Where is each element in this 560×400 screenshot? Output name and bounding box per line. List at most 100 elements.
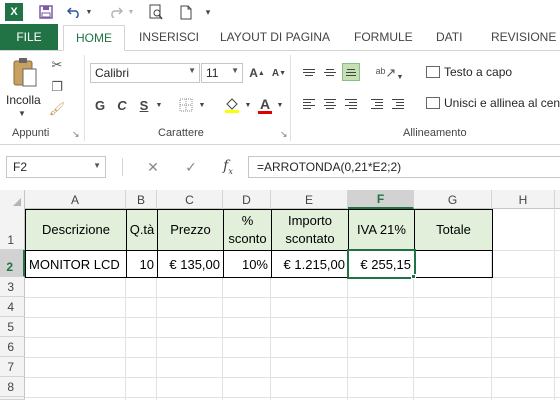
alignment-group-label: Allineamento	[403, 127, 467, 139]
cell-g1[interactable]: Totale	[414, 209, 493, 251]
wrap-text-icon	[426, 66, 440, 78]
cell-e1-line1: Importo	[287, 213, 333, 228]
underline-button[interactable]: S	[136, 95, 152, 115]
column-header-h[interactable]: H	[492, 190, 555, 209]
cell-c2[interactable]: € 135,00	[157, 250, 224, 278]
redo-dropdown-icon[interactable]: ▼	[127, 2, 135, 22]
print-preview-icon[interactable]	[146, 2, 166, 22]
undo-dropdown-icon[interactable]: ▼	[85, 2, 93, 22]
column-header-row: A B C D E F G H	[0, 190, 560, 209]
column-header-d[interactable]: D	[223, 190, 271, 209]
cell-e2[interactable]: € 1.215,00	[271, 250, 349, 278]
font-color-dropdown-icon[interactable]: ▼	[275, 95, 285, 115]
fill-color-dropdown-icon[interactable]: ▼	[243, 95, 253, 115]
formula-input[interactable]: =ARROTONDA(0,21*E2;2)	[248, 156, 560, 178]
align-center-icon[interactable]	[321, 95, 339, 113]
cell-d1[interactable]: % sconto	[223, 209, 272, 251]
font-name-select[interactable]: Calibri ▼	[90, 63, 200, 83]
column-header-a[interactable]: A	[25, 190, 126, 209]
column-header-b[interactable]: B	[126, 190, 157, 209]
copy-icon[interactable]: ❐	[48, 79, 66, 95]
redo-icon[interactable]	[106, 2, 126, 22]
chevron-down-icon: ▼	[231, 66, 239, 75]
chevron-down-icon: ▼	[93, 161, 101, 170]
fill-color-icon[interactable]	[222, 95, 242, 115]
undo-icon[interactable]	[64, 2, 84, 22]
row-header-1[interactable]: 1	[0, 209, 25, 250]
cell-d2[interactable]: 10%	[223, 250, 272, 278]
font-size-select[interactable]: 11 ▼	[201, 63, 243, 83]
merge-center-button[interactable]: Unisci e allinea al centro	[426, 96, 560, 110]
row-header-7[interactable]: 7	[0, 357, 25, 377]
cell-f1[interactable]: IVA 21%	[348, 209, 415, 251]
italic-button[interactable]: C	[114, 95, 130, 115]
cell-c1[interactable]: Prezzo	[157, 209, 224, 251]
row-header-5[interactable]: 5	[0, 317, 25, 337]
align-top-icon[interactable]	[300, 63, 318, 81]
tab-file[interactable]: FILE	[0, 24, 58, 50]
borders-icon[interactable]	[176, 95, 196, 115]
cell-e1-line2: scontato	[285, 231, 335, 246]
cell-b1[interactable]: Q.tà	[126, 209, 158, 251]
column-header-e[interactable]: E	[271, 190, 348, 209]
align-right-icon[interactable]	[342, 95, 360, 113]
shrink-font-icon[interactable]: A ▼	[270, 63, 288, 83]
cancel-icon[interactable]: ✕	[147, 159, 159, 176]
tab-home[interactable]: HOME	[63, 25, 125, 51]
align-middle-icon[interactable]	[321, 63, 339, 81]
select-all-button[interactable]	[0, 190, 25, 209]
orientation-dropdown-icon[interactable]: ▼	[395, 67, 405, 87]
save-icon[interactable]	[36, 2, 56, 22]
row-header-4[interactable]: 4	[0, 297, 25, 317]
cell-b2[interactable]: 10	[126, 250, 158, 278]
tab-formulas[interactable]: FORMULE	[354, 24, 413, 50]
row-header-3[interactable]: 3	[0, 277, 25, 297]
paste-icon[interactable]	[12, 57, 38, 89]
cell-e1[interactable]: Importo scontato	[271, 209, 349, 251]
row-header-8[interactable]: 8	[0, 377, 25, 397]
cell-a1[interactable]: Descrizione	[25, 209, 127, 251]
cut-icon[interactable]: ✂	[48, 57, 66, 73]
font-color-icon[interactable]: A	[256, 95, 274, 115]
spreadsheet-grid: A B C D E F G H 1 2 3 4 5 6 7 8 Descrizi…	[0, 190, 560, 400]
grow-font-icon[interactable]: A ▲	[248, 63, 266, 83]
column-header-c[interactable]: C	[157, 190, 223, 209]
cell-a2[interactable]: MONITOR LCD	[25, 250, 127, 278]
enter-icon[interactable]: ✓	[185, 159, 197, 176]
chevron-down-icon: ▼	[188, 66, 196, 75]
format-painter-icon[interactable]: 🖌	[48, 101, 66, 117]
paste-dropdown-icon[interactable]: ▼	[18, 109, 26, 118]
customize-dropdown-icon[interactable]: ▾	[203, 2, 213, 22]
merge-center-icon	[426, 97, 440, 109]
align-left-icon[interactable]	[300, 95, 318, 113]
column-header-g[interactable]: G	[414, 190, 492, 209]
increase-indent-icon[interactable]	[389, 95, 407, 113]
fill-handle[interactable]	[411, 274, 416, 279]
ribbon-tabs: FILE HOME INSERISCI LAYOUT DI PAGINA FOR…	[0, 24, 560, 51]
new-file-icon[interactable]	[176, 2, 196, 22]
column-header-f[interactable]: F	[348, 190, 414, 209]
bold-button[interactable]: G	[92, 95, 108, 115]
row-header-2[interactable]: 2	[0, 250, 25, 277]
wrap-text-button[interactable]: Testo a capo	[426, 65, 512, 79]
tab-insert[interactable]: INSERISCI	[139, 24, 199, 50]
ribbon: Incolla ▼ ✂ ❐ 🖌 Appunti ↘ Calibri ▼ 11 ▼ A…	[0, 50, 560, 145]
formula-bar-divider	[122, 158, 123, 176]
formula-bar: F2 ▼ ✕ ✓ fx =ARROTONDA(0,21*E2;2)	[0, 145, 560, 187]
cell-d1-line2: sconto	[228, 231, 267, 246]
name-box[interactable]: F2 ▼	[6, 156, 106, 178]
underline-dropdown-icon[interactable]: ▼	[154, 95, 164, 115]
paste-button[interactable]: Incolla	[6, 93, 41, 107]
cell-f2[interactable]: € 255,15	[347, 249, 416, 279]
decrease-indent-icon[interactable]	[368, 95, 386, 113]
font-launcher-icon[interactable]: ↘	[280, 129, 288, 140]
tab-page-layout[interactable]: LAYOUT DI PAGINA	[220, 24, 330, 50]
borders-dropdown-icon[interactable]: ▼	[197, 95, 207, 115]
cell-g2[interactable]	[414, 250, 493, 278]
insert-function-icon[interactable]: fx	[223, 158, 233, 176]
clipboard-launcher-icon[interactable]: ↘	[72, 129, 80, 140]
align-bottom-icon[interactable]	[342, 63, 360, 81]
tab-data[interactable]: DATI	[436, 24, 462, 50]
row-header-6[interactable]: 6	[0, 337, 25, 357]
tab-review[interactable]: REVISIONE	[491, 24, 556, 50]
